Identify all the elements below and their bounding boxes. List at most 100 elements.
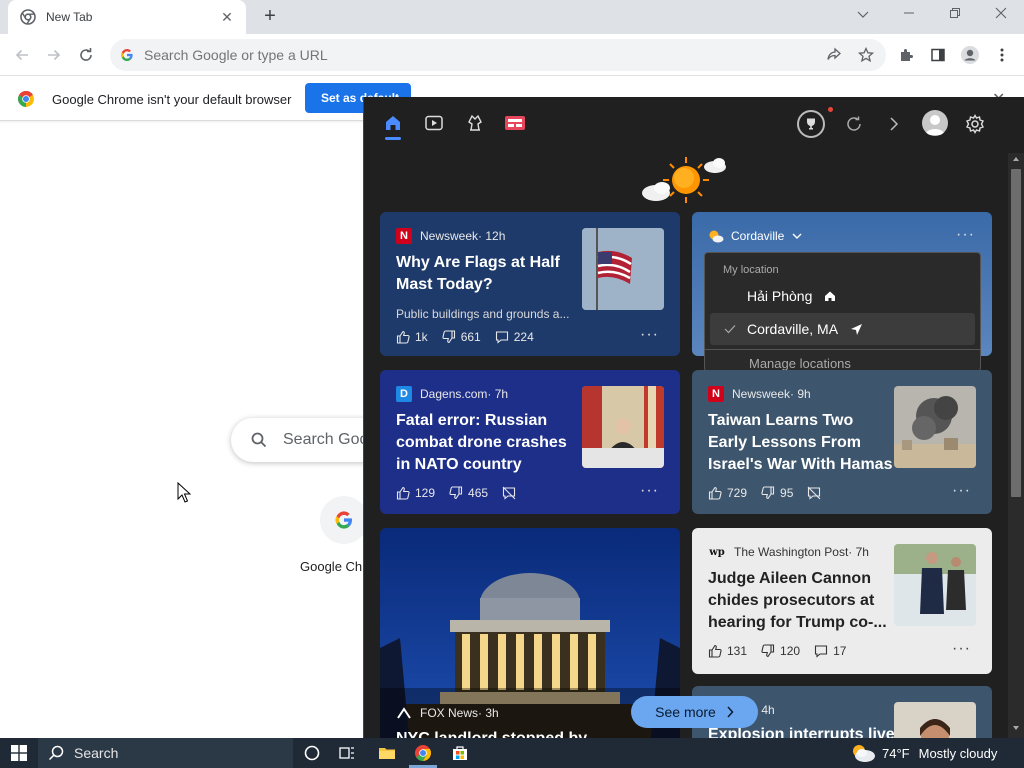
tab-news[interactable] xyxy=(503,111,527,135)
close-tab-icon[interactable]: ✕ xyxy=(218,9,236,26)
location-option-hai-phong[interactable]: Hải Phòng xyxy=(705,280,980,312)
card-headline[interactable]: Why Are Flags at Half Mast Today? xyxy=(396,252,576,296)
profile-button[interactable] xyxy=(958,43,982,67)
tab-video[interactable] xyxy=(422,111,446,135)
scroll-down-icon[interactable] xyxy=(1012,725,1020,731)
card-headline[interactable]: Fatal error: Russian combat drone crashe… xyxy=(396,410,581,476)
menu-button[interactable] xyxy=(990,43,1014,67)
comment-icon xyxy=(815,645,828,658)
location-option-cordaville[interactable]: Cordaville, MA xyxy=(710,313,975,345)
manage-locations-link[interactable]: Manage locations xyxy=(705,349,980,371)
rewards-button[interactable] xyxy=(797,110,825,138)
reload-button[interactable] xyxy=(74,43,98,67)
source-age: · 7h xyxy=(487,387,509,401)
chrome-taskbar-button[interactable] xyxy=(406,738,440,768)
news-icon xyxy=(505,116,525,130)
dislike-count[interactable]: 95 xyxy=(761,486,793,500)
profile-icon xyxy=(961,46,979,64)
card-headline[interactable]: Taiwan Learns Two Early Lessons From Isr… xyxy=(708,410,893,476)
ntp-shortcut-google[interactable] xyxy=(320,496,368,544)
scroll-up-icon[interactable] xyxy=(1012,156,1020,162)
dislike-count[interactable]: 661 xyxy=(442,330,481,344)
tab-home[interactable] xyxy=(381,111,405,135)
partly-cloudy-icon xyxy=(709,230,724,243)
settings-button[interactable] xyxy=(961,110,989,138)
new-tab-button[interactable]: + xyxy=(258,5,282,29)
chrome-icon xyxy=(20,9,36,25)
omnibox-input[interactable] xyxy=(144,47,784,63)
side-panel-button[interactable] xyxy=(926,43,950,67)
minimize-button[interactable] xyxy=(886,0,932,30)
start-button[interactable] xyxy=(0,738,38,768)
like-count[interactable]: 129 xyxy=(396,486,435,500)
forward-button[interactable] xyxy=(42,43,66,67)
comments-disabled[interactable] xyxy=(502,486,521,500)
weather-temperature: 74°F xyxy=(882,745,910,761)
card-headline[interactable]: NYC landlord stopped by xyxy=(396,728,656,738)
avatar[interactable] xyxy=(922,110,948,136)
extensions-button[interactable] xyxy=(894,43,918,67)
like-count[interactable]: 1k xyxy=(396,330,428,344)
news-card-drone[interactable]: D Dagens.com · 7h Fatal error: Russian c… xyxy=(380,370,680,514)
minimize-icon xyxy=(904,12,914,14)
bookmark-button[interactable] xyxy=(854,43,878,67)
card-thumbnail xyxy=(582,228,664,310)
file-explorer-button[interactable] xyxy=(370,738,404,768)
taskbar-search[interactable]: Search xyxy=(38,738,293,768)
folder-icon xyxy=(379,748,395,759)
press-conference-image xyxy=(582,386,664,468)
restore-button[interactable] xyxy=(932,0,978,30)
omnibox[interactable] xyxy=(110,39,886,71)
location-selector[interactable]: Cordaville xyxy=(708,229,802,243)
tab-new-tab[interactable]: New Tab ✕ xyxy=(8,0,246,34)
dislike-count[interactable]: 465 xyxy=(449,486,488,500)
like-count[interactable]: 131 xyxy=(708,644,747,658)
cortana-icon xyxy=(304,745,320,761)
task-view-button[interactable] xyxy=(330,738,364,768)
scrollbar[interactable] xyxy=(1008,153,1024,738)
thumbs-up-icon xyxy=(396,486,410,500)
comment-icon xyxy=(495,331,508,344)
comments-disabled[interactable] xyxy=(807,486,826,500)
comment-count[interactable]: 17 xyxy=(814,644,846,658)
news-card-taiwan[interactable]: N Newsweek · 9h Taiwan Learns Two Early … xyxy=(692,370,992,514)
expand-button[interactable] xyxy=(880,110,908,138)
card-source: N Newsweek · 12h xyxy=(396,228,505,244)
source-name: The Washington Post xyxy=(734,545,849,559)
more-options-icon[interactable]: ··· xyxy=(640,482,659,500)
more-options-icon[interactable]: ··· xyxy=(952,640,971,658)
comment-count[interactable]: 224 xyxy=(495,330,534,344)
more-options-icon[interactable]: ··· xyxy=(952,482,971,500)
refresh-icon xyxy=(847,116,861,131)
card-headline[interactable]: Judge Aileen Cannon chides prosecutors a… xyxy=(708,568,893,634)
back-button[interactable] xyxy=(10,43,34,67)
weather-tray[interactable]: 74°F Mostly cloudy xyxy=(850,738,997,768)
see-more-button[interactable]: See more xyxy=(631,696,758,728)
mouse-cursor-icon xyxy=(177,482,191,503)
scroll-thumb[interactable] xyxy=(1011,169,1021,497)
home-icon xyxy=(386,116,400,130)
chevron-down-icon xyxy=(857,11,869,18)
news-card-flags[interactable]: N Newsweek · 12h Why Are Flags at Half M… xyxy=(380,212,680,356)
dislike-count[interactable]: 120 xyxy=(761,644,800,658)
tab-search-icon[interactable] xyxy=(840,0,886,30)
source-age: · 9h xyxy=(790,387,811,401)
weather-more-icon[interactable]: ··· xyxy=(956,226,975,244)
share-button[interactable] xyxy=(822,43,846,67)
cortana-button[interactable] xyxy=(295,738,329,768)
store-button[interactable] xyxy=(443,738,477,768)
tab-games[interactable] xyxy=(463,111,487,135)
refresh-button[interactable] xyxy=(840,110,868,138)
check-icon xyxy=(724,325,736,334)
close-window-button[interactable] xyxy=(978,0,1024,30)
home-icon xyxy=(825,291,836,301)
news-card-judge[interactable]: wp The Washington Post · 7h Judge Aileen… xyxy=(692,528,992,674)
cloudy-weather-icon xyxy=(853,745,875,762)
fox-news-logo-icon xyxy=(397,707,411,719)
card-thumbnail xyxy=(582,386,664,468)
search-icon xyxy=(48,745,64,761)
sunny-weather-icon xyxy=(642,157,726,203)
notification-dot xyxy=(828,107,833,112)
more-options-icon[interactable]: ··· xyxy=(640,326,659,344)
like-count[interactable]: 729 xyxy=(708,486,747,500)
